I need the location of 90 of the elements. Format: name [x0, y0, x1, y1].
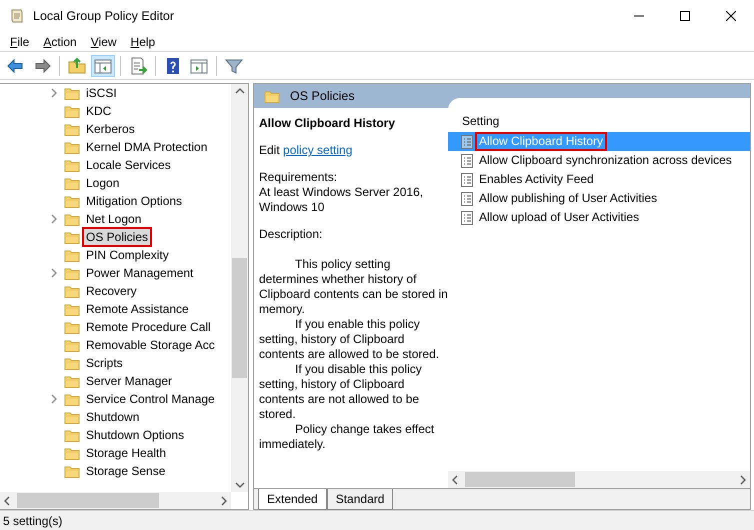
tree-item[interactable]: Service Control Manage	[82, 389, 219, 409]
vertical-scrollbar[interactable]	[231, 84, 248, 492]
pane-button[interactable]	[91, 54, 115, 76]
tree-item[interactable]: Server Manager	[82, 371, 176, 391]
folder-icon	[64, 302, 80, 316]
tree-item[interactable]: Removable Storage Acc	[82, 335, 219, 355]
setting-label: Allow Clipboard History	[475, 132, 608, 151]
folder-icon	[64, 176, 80, 190]
folder-icon	[64, 266, 80, 280]
window-title: Local Group Policy Editor	[33, 8, 174, 25]
requirements-label: Requirements:	[259, 170, 338, 185]
scrollbar-thumb[interactable]	[465, 472, 575, 487]
tree-item[interactable]: OS Policies	[82, 227, 152, 247]
setting-row[interactable]: Allow publishing of User Activities	[448, 189, 750, 208]
tree-item[interactable]: Storage Sense	[82, 461, 170, 481]
setting-label: Allow publishing of User Activities	[478, 190, 658, 207]
folder-icon	[64, 212, 80, 226]
folder-icon	[64, 392, 80, 406]
folder-icon	[264, 89, 280, 103]
folder-icon	[64, 320, 80, 334]
tree-item[interactable]: Logon	[82, 173, 124, 193]
folder-icon	[64, 464, 80, 478]
folder-icon	[64, 284, 80, 298]
tree-item[interactable]: Mitigation Options	[82, 191, 186, 211]
folder-icon	[64, 374, 80, 388]
close-icon	[726, 11, 736, 21]
menu-item[interactable]: File	[3, 32, 36, 50]
policy-setting-link[interactable]: policy setting	[283, 143, 352, 157]
requirements-text: At least Windows Server 2016, Windows 10	[259, 185, 424, 215]
folder-icon	[64, 230, 80, 244]
folder-icon	[64, 446, 80, 460]
description-paragraph: Policy change takes effect immediately.	[259, 422, 436, 452]
column-header: Setting	[461, 113, 500, 130]
view-tab[interactable]: Standard	[326, 489, 394, 510]
setting-label: Enables Activity Feed	[478, 171, 595, 188]
setting-label: Allow upload of User Activities	[478, 209, 640, 226]
setting-row[interactable]: Enables Activity Feed	[448, 170, 750, 189]
app-icon	[9, 8, 25, 24]
policy-title: Allow Clipboard History	[259, 116, 396, 131]
tree-item[interactable]: Shutdown Options	[82, 425, 188, 445]
folder-icon	[64, 410, 80, 424]
horizontal-scrollbar[interactable]	[448, 471, 750, 488]
folder-icon	[64, 428, 80, 442]
policy-icon	[460, 152, 474, 168]
folder-icon	[64, 122, 80, 136]
policy-icon	[460, 172, 474, 188]
maximize-icon	[680, 11, 690, 21]
folder-icon	[64, 140, 80, 154]
status-text: 5 setting(s)	[3, 512, 62, 530]
tree-item[interactable]: Remote Procedure Call	[82, 317, 215, 337]
tree-item[interactable]: Power Management	[82, 263, 198, 283]
tree-item[interactable]: Storage Health	[82, 443, 170, 463]
menu-item[interactable]: Help	[124, 32, 162, 50]
policy-icon	[460, 210, 474, 226]
policy-icon	[460, 134, 474, 150]
scrollbar-thumb[interactable]	[17, 493, 159, 508]
tree-item[interactable]: Scripts	[82, 353, 127, 373]
setting-row[interactable]: Allow upload of User Activities	[448, 208, 750, 227]
folder-icon	[64, 104, 80, 118]
tree-item[interactable]: iSCSI	[82, 84, 121, 103]
folder-icon	[64, 356, 80, 370]
horizontal-scrollbar[interactable]	[0, 492, 231, 509]
tree-item[interactable]: PIN Complexity	[82, 245, 173, 265]
folder-icon	[64, 86, 80, 100]
tree-item[interactable]: Locale Services	[82, 155, 175, 175]
tree-item[interactable]: Net Logon	[82, 209, 146, 229]
folder-icon	[64, 158, 80, 172]
pane-title: OS Policies	[290, 88, 355, 105]
tree-item[interactable]: Kerberos	[82, 119, 139, 139]
setting-row[interactable]: Allow Clipboard synchronization across devices	[448, 151, 750, 170]
description-paragraph: If you enable this policy setting, history of Clipboard contents are allowed to be stored.	[259, 317, 440, 362]
setting-label: Allow Clipboard synchronization across devices	[478, 152, 733, 169]
folder-icon	[64, 338, 80, 352]
edit-policy-text: Edit policy setting	[259, 143, 354, 158]
policy-icon	[460, 190, 474, 206]
view-tab[interactable]: Extended	[258, 489, 327, 510]
tree-item[interactable]: Kernel DMA Protection	[82, 137, 212, 157]
menu-item[interactable]: Action	[36, 32, 84, 50]
description-paragraph: This policy setting determines whether history of Clipboard contents can be stored in memory.	[259, 257, 448, 317]
menu-item[interactable]: View	[84, 32, 124, 50]
tree-item[interactable]: KDC	[82, 101, 116, 121]
tree-item[interactable]: Remote Assistance	[82, 299, 193, 319]
description-label: Description:	[259, 227, 324, 242]
folder-up-icon	[67, 56, 87, 76]
folder-icon	[64, 194, 80, 208]
tree-item[interactable]: Shutdown	[82, 407, 144, 427]
scrollbar-thumb[interactable]	[232, 258, 247, 378]
folder-icon	[64, 248, 80, 262]
description-paragraph: If you disable this policy setting, history of Clipboard contents are not allowed to be stored.	[259, 362, 423, 422]
tree-item[interactable]: Recovery	[82, 281, 141, 301]
